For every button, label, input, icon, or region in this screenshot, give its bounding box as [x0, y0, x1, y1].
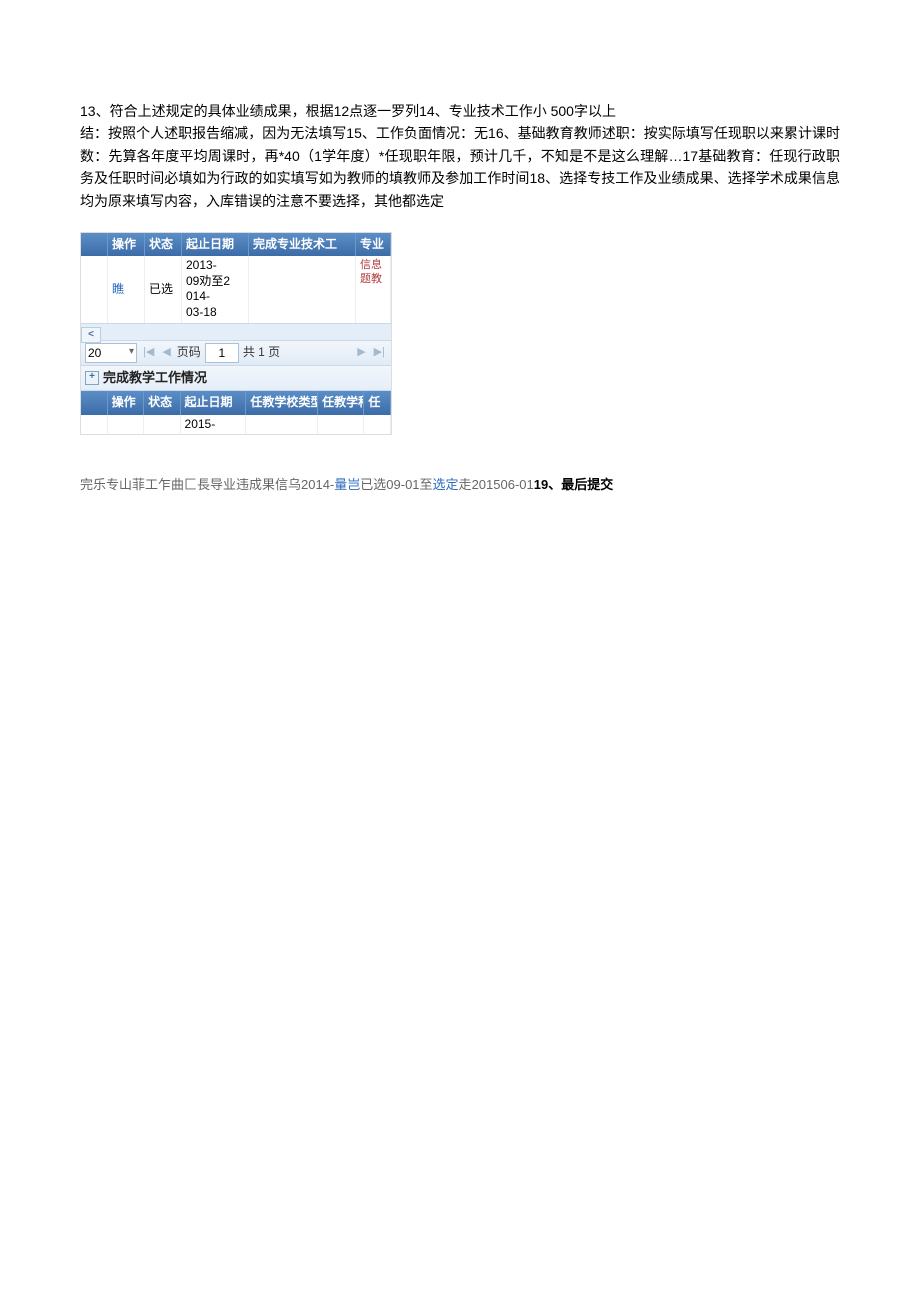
row-date: 2013- 09劝至2 014- 03-18	[182, 256, 249, 322]
col-specialty: 专业	[356, 233, 391, 256]
col-work: 完成专业技术工	[249, 233, 356, 256]
pager: 20 |◀ ◀ 页码 共 1 页 ▶ ▶|	[81, 340, 391, 365]
col-blank	[81, 233, 108, 256]
section-title-text: 完成教学工作情况	[103, 368, 207, 389]
date-line: 03-18	[186, 305, 244, 321]
col-operation: 操作	[108, 233, 145, 256]
col-school-type: 任教学校类型	[246, 391, 318, 414]
row-work	[249, 256, 356, 322]
table2-row: 2015-	[81, 415, 391, 435]
row-op	[108, 415, 144, 435]
caption-strong: 19、最后提交	[534, 477, 613, 492]
date-line: 09劝至2	[186, 274, 244, 290]
date-line: 014-	[186, 289, 244, 305]
caption-link-2[interactable]: 选定	[433, 477, 459, 492]
page-label: 页码	[177, 343, 201, 362]
last-page-icon[interactable]: ▶|	[372, 344, 387, 362]
row-status	[144, 415, 180, 435]
table2-header: 操作 状态 起止日期 任教学校类型 任教学科 任	[81, 391, 391, 414]
caption-part: 已选	[360, 477, 386, 492]
caption-part: 完乐专山菲工乍曲匚長导业违成果信乌2014-	[80, 477, 334, 492]
table1-row: 瞧 已选 2013- 09劝至2 014- 03-18 信息 题教	[81, 256, 391, 322]
caption-link-1[interactable]: 量岂	[334, 477, 360, 492]
col-status: 状态	[144, 391, 180, 414]
row-blank	[81, 256, 108, 322]
col-operation: 操作	[108, 391, 144, 414]
col-subject: 任教学科	[318, 391, 364, 414]
prev-page-icon[interactable]: ◀	[160, 344, 172, 362]
total-pages-label: 共 1 页	[243, 343, 280, 362]
expand-icon[interactable]: +	[85, 371, 99, 385]
instruction-paragraph: 13、符合上述规定的具体业绩成果，根据12点逐一罗列14、专业技术工作小 500…	[80, 100, 840, 212]
col-status: 状态	[145, 233, 182, 256]
col-date-range: 起止日期	[182, 233, 249, 256]
row-type	[246, 415, 318, 435]
teaching-work-section-header[interactable]: + 完成教学工作情况	[81, 365, 391, 392]
row-status: 已选	[145, 256, 182, 322]
caption-part: 09-01至	[386, 477, 432, 492]
page-number-input[interactable]	[205, 343, 239, 363]
right-line: 题教	[360, 272, 386, 286]
view-link[interactable]: 瞧	[112, 280, 124, 299]
caption-part: 走	[459, 477, 472, 492]
table1-header: 操作 状态 起止日期 完成专业技术工 专业	[81, 233, 391, 256]
row-op: 瞧	[108, 256, 145, 322]
caption-part: 201506-01	[472, 477, 534, 492]
row-specialty: 信息 题教	[356, 256, 391, 322]
next-page-icon[interactable]: ▶	[355, 344, 367, 362]
right-line: 信息	[360, 258, 386, 272]
page-size-select[interactable]: 20	[85, 343, 137, 363]
bottom-caption: 完乐专山菲工乍曲匚長导业违成果信乌2014-量岂已选09-01至选定走20150…	[80, 475, 840, 496]
row-date: 2015-	[181, 415, 247, 435]
row-ren	[364, 415, 391, 435]
col-ren: 任	[364, 391, 391, 414]
date-line: 2013-	[186, 258, 244, 274]
horizontal-scrollbar[interactable]: <	[81, 323, 391, 340]
row-blank	[81, 415, 108, 435]
scroll-left-icon[interactable]: <	[81, 327, 101, 343]
col-blank	[81, 391, 108, 414]
first-page-icon[interactable]: |◀	[141, 344, 156, 362]
row-subj	[318, 415, 364, 435]
col-date-range: 起止日期	[181, 391, 247, 414]
grid-screenshot-1: 操作 状态 起止日期 完成专业技术工 专业 瞧 已选 2013- 09劝至2 0…	[80, 232, 392, 435]
